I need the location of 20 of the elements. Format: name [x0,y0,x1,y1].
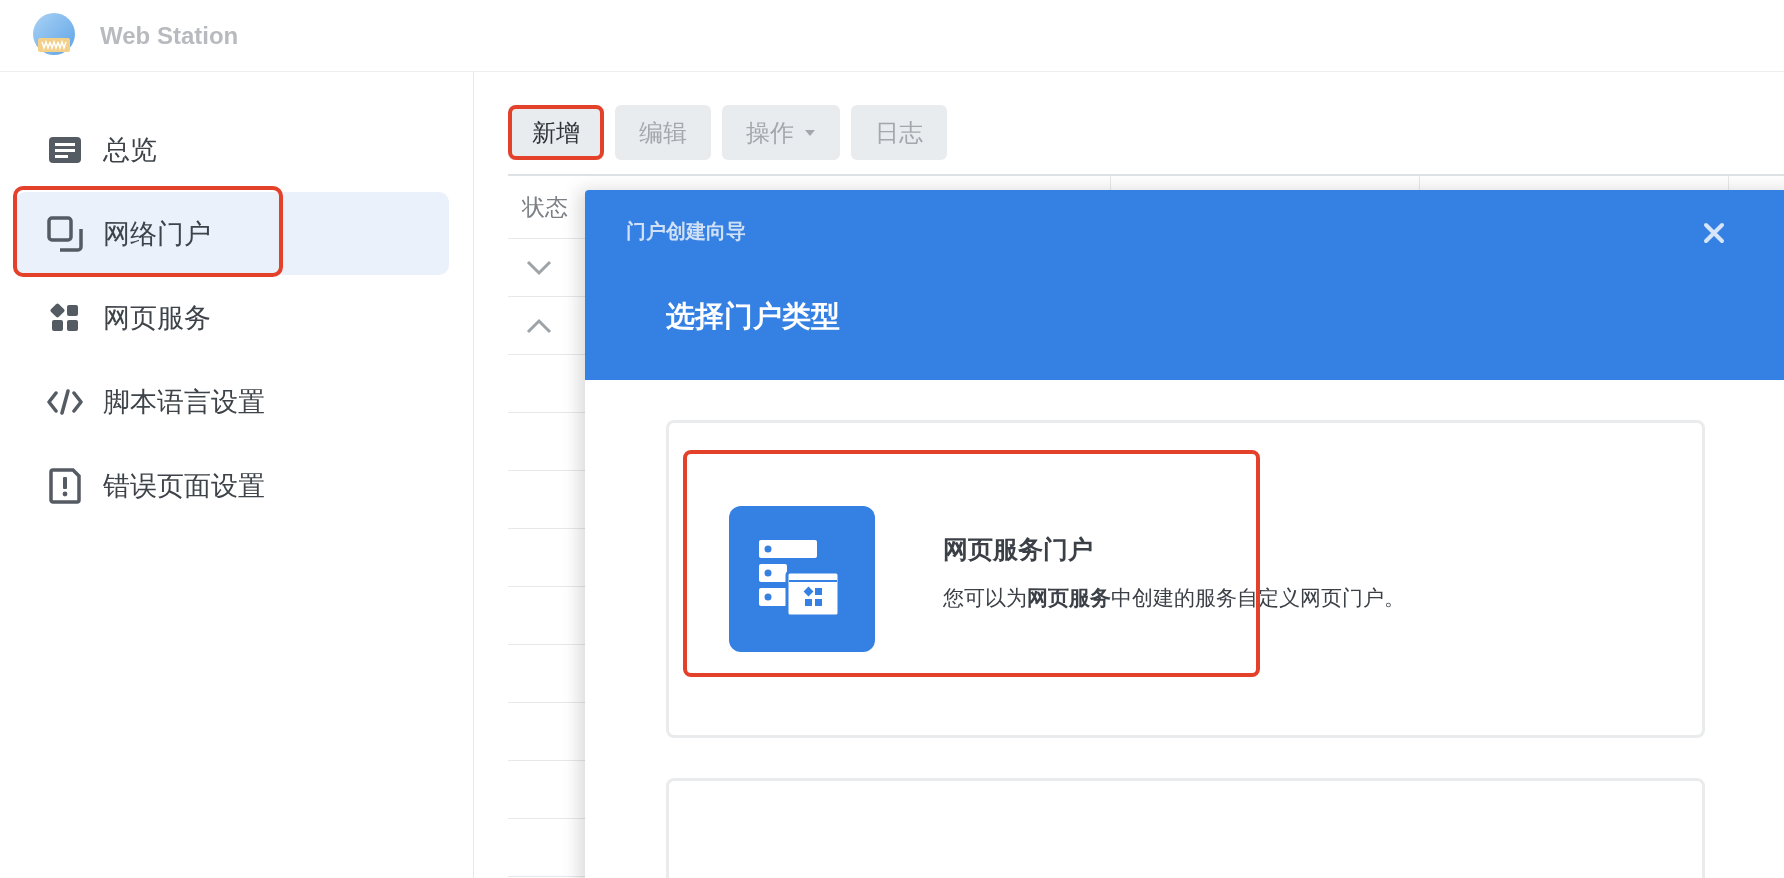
document-icon [47,135,83,164]
sidebar-item[interactable]: 错误页面设置 [15,444,449,527]
sidebar-item[interactable]: 网页服务 [15,276,449,359]
column-header[interactable]: 状态 [508,176,577,238]
chevron-down-icon[interactable] [526,259,552,276]
overlapping-squares-icon [47,215,83,252]
chevron-up-icon[interactable] [526,317,552,334]
toolbar-button[interactable]: 新增 [508,105,604,160]
alert-page-icon [47,467,83,504]
code-icon [47,387,83,416]
sidebar-item[interactable]: 脚本语言设置 [15,360,449,443]
option-description: 您可以为网页服务中创建的服务自定义网页门户。 [943,584,1405,611]
option-card[interactable]: 网页服务门户 您可以为网页服务中创建的服务自定义网页门户。 [666,420,1705,738]
caret-icon [804,128,816,137]
app-title: Web Station [100,21,239,50]
dialog-heading: 选择门户类型 [666,299,841,334]
sidebar-item[interactable]: 总览 [15,108,449,191]
option-title: 网页服务门户 [943,533,1094,565]
dialog-title: 门户创建向导 [626,219,746,244]
server-window-icon [729,506,875,652]
